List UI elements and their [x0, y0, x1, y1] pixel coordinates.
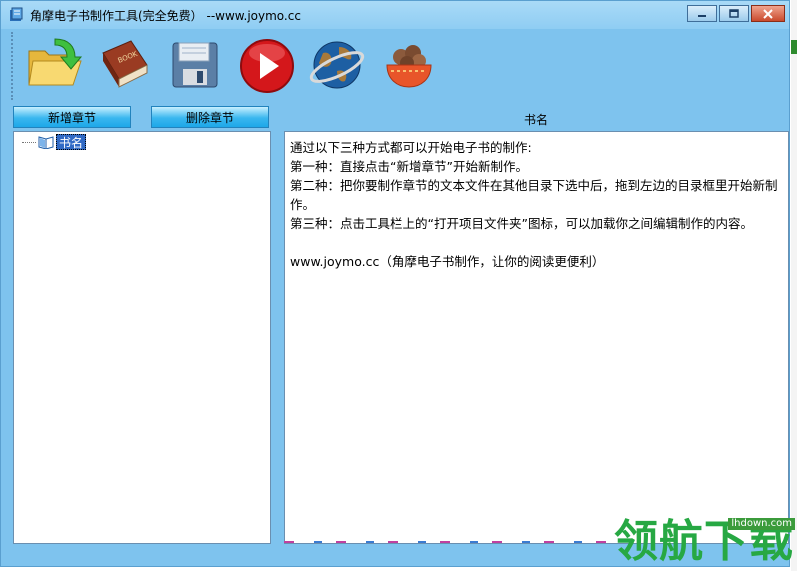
globe-icon: [309, 41, 365, 89]
content-line: 第二种：把你要制作章节的文本文件在其他目录下选中后，拖到左边的目录框里开始新制作…: [290, 178, 778, 212]
title-bar[interactable]: 角摩电子书制作工具(完全免费） --www.joymo.cc: [1, 1, 789, 29]
minimize-button[interactable]: [687, 5, 717, 22]
maximize-icon: [729, 9, 739, 18]
content-line: 第一种：直接点击“新增章节”开始新制作。: [290, 159, 528, 174]
play-icon: [240, 39, 294, 93]
close-button[interactable]: [751, 5, 785, 22]
close-icon: [763, 8, 773, 19]
background-mark: [791, 40, 797, 54]
book-icon: BOOK: [102, 40, 148, 88]
content-heading: 书名: [523, 113, 548, 127]
app-window: 角摩电子书制作工具(完全免费） --www.joymo.cc BOOK 新增章节…: [0, 0, 790, 567]
donate-button[interactable]: [379, 35, 439, 95]
content-line: 第三种：点击工具栏上的“打开项目文件夹”图标，可以加载你之间编辑制作的内容。: [290, 216, 753, 231]
content-line: www.joymo.cc（角摩电子书制作，让你的阅读更便利）: [290, 254, 605, 269]
tree-root-node[interactable]: 书名: [22, 134, 87, 150]
content-line: 通过以下三种方式都可以开始电子书的制作:: [290, 140, 532, 155]
save-button[interactable]: [165, 35, 225, 95]
save-disk-icon: [172, 42, 218, 88]
window-title: 角摩电子书制作工具(完全免费） --www.joymo.cc: [30, 9, 301, 23]
toolbar: BOOK: [11, 32, 781, 100]
content-line: [290, 233, 783, 252]
open-folder-icon: [28, 38, 83, 86]
content-editor[interactable]: 通过以下三种方式都可以开始电子书的制作: 第一种：直接点击“新增章节”开始新制作…: [284, 131, 789, 544]
add-chapter-button[interactable]: 新增章节: [13, 106, 131, 128]
minimize-icon: [698, 14, 706, 17]
generate-button[interactable]: [237, 35, 297, 95]
watermark: 领航下载 lhdown.com: [614, 514, 797, 571]
chapter-tree[interactable]: 书名: [13, 131, 271, 544]
tree-connector: [22, 141, 36, 143]
decorative-dashes: [284, 541, 614, 543]
open-book-icon: [38, 136, 54, 149]
open-project-folder-button[interactable]: [25, 35, 85, 95]
book-button[interactable]: BOOK: [93, 35, 153, 95]
delete-chapter-button[interactable]: 删除章节: [151, 106, 269, 128]
food-bowl-icon: [386, 45, 432, 88]
website-button[interactable]: [307, 35, 367, 95]
background-strip: [791, 0, 797, 571]
maximize-button[interactable]: [719, 5, 749, 22]
tree-root-label[interactable]: 书名: [56, 134, 87, 150]
app-icon: [10, 7, 23, 21]
watermark-url: lhdown.com: [728, 518, 795, 530]
window-controls: [687, 5, 785, 22]
